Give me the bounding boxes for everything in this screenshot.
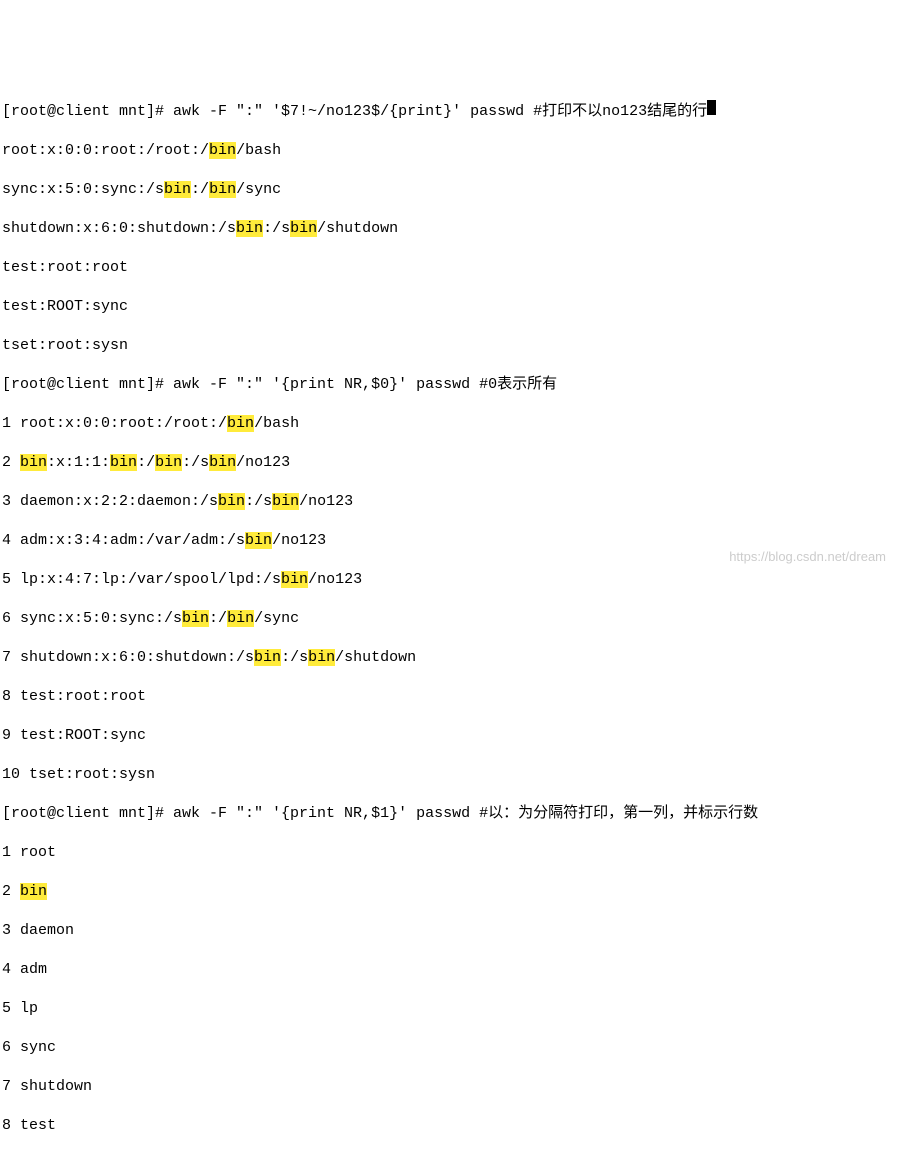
output-line: 2 bin:x:1:1:bin:/bin:/sbin/no123: [2, 453, 904, 473]
highlight-bin: bin: [155, 454, 182, 471]
highlight-bin: bin: [164, 181, 191, 198]
output-line: shutdown:x:6:0:shutdown:/sbin:/sbin/shut…: [2, 219, 904, 239]
highlight-bin: bin: [290, 220, 317, 237]
output-line: 6 sync:x:5:0:sync:/sbin:/bin/sync: [2, 609, 904, 629]
output-line: sync:x:5:0:sync:/sbin:/bin/sync: [2, 180, 904, 200]
comment-text: #0表示所有: [479, 376, 557, 393]
cursor: [707, 100, 716, 115]
highlight-bin: bin: [308, 649, 335, 666]
highlight-bin: bin: [209, 454, 236, 471]
output-line: 6 sync: [2, 1038, 904, 1058]
prompt: [root@client mnt]#: [2, 376, 173, 393]
output-line: 2 bin: [2, 882, 904, 902]
command-text: awk -F ":" '$7!~/no123$/{print}' passwd: [173, 103, 533, 120]
comment-text: #打印不以no123结尾的行: [533, 103, 707, 120]
output-line: test:root:root: [2, 258, 904, 278]
prompt: [root@client mnt]#: [2, 805, 173, 822]
highlight-bin: bin: [209, 142, 236, 159]
comment-text: #以：为分隔符打印，第一列，并标示行数: [479, 805, 758, 822]
highlight-bin: bin: [281, 571, 308, 588]
output-line: 3 daemon:x:2:2:daemon:/sbin:/sbin/no123: [2, 492, 904, 512]
output-line: root:x:0:0:root:/root:/bin/bash: [2, 141, 904, 161]
output-line: tset:root:sysn: [2, 336, 904, 356]
output-line: 9 test:ROOT:sync: [2, 726, 904, 746]
highlight-bin: bin: [227, 415, 254, 432]
output-line: 4 adm: [2, 960, 904, 980]
command-line-1: [root@client mnt]# awk -F ":" '$7!~/no12…: [2, 100, 904, 122]
highlight-bin: bin: [20, 454, 47, 471]
command-line-3: [root@client mnt]# awk -F ":" '{print NR…: [2, 804, 904, 824]
highlight-bin: bin: [254, 649, 281, 666]
output-line: 8 test:root:root: [2, 687, 904, 707]
highlight-bin: bin: [227, 610, 254, 627]
output-line: 4 adm:x:3:4:adm:/var/adm:/sbin/no123: [2, 531, 904, 551]
prompt: [root@client mnt]#: [2, 103, 173, 120]
command-line-2: [root@client mnt]# awk -F ":" '{print NR…: [2, 375, 904, 395]
output-line: 5 lp:x:4:7:lp:/var/spool/lpd:/sbin/no123: [2, 570, 904, 590]
highlight-bin: bin: [245, 532, 272, 549]
highlight-bin: bin: [272, 493, 299, 510]
highlight-bin: bin: [110, 454, 137, 471]
output-line: test:ROOT:sync: [2, 297, 904, 317]
command-text: awk -F ":" '{print NR,$0}' passwd: [173, 376, 479, 393]
watermark-text: https://blog.csdn.net/dream: [729, 549, 886, 566]
highlight-bin: bin: [236, 220, 263, 237]
output-line: 10 tset:root:sysn: [2, 765, 904, 785]
command-text: awk -F ":" '{print NR,$1}' passwd: [173, 805, 479, 822]
highlight-bin: bin: [20, 883, 47, 900]
output-line: 5 lp: [2, 999, 904, 1019]
output-line: 3 daemon: [2, 921, 904, 941]
highlight-bin: bin: [209, 181, 236, 198]
output-line: 8 test: [2, 1116, 904, 1136]
output-line: 7 shutdown:x:6:0:shutdown:/sbin:/sbin/sh…: [2, 648, 904, 668]
output-line: 1 root: [2, 843, 904, 863]
output-line: 1 root:x:0:0:root:/root:/bin/bash: [2, 414, 904, 434]
highlight-bin: bin: [218, 493, 245, 510]
output-line: 7 shutdown: [2, 1077, 904, 1097]
highlight-bin: bin: [182, 610, 209, 627]
terminal-output: [root@client mnt]# awk -F ":" '$7!~/no12…: [2, 80, 904, 1152]
